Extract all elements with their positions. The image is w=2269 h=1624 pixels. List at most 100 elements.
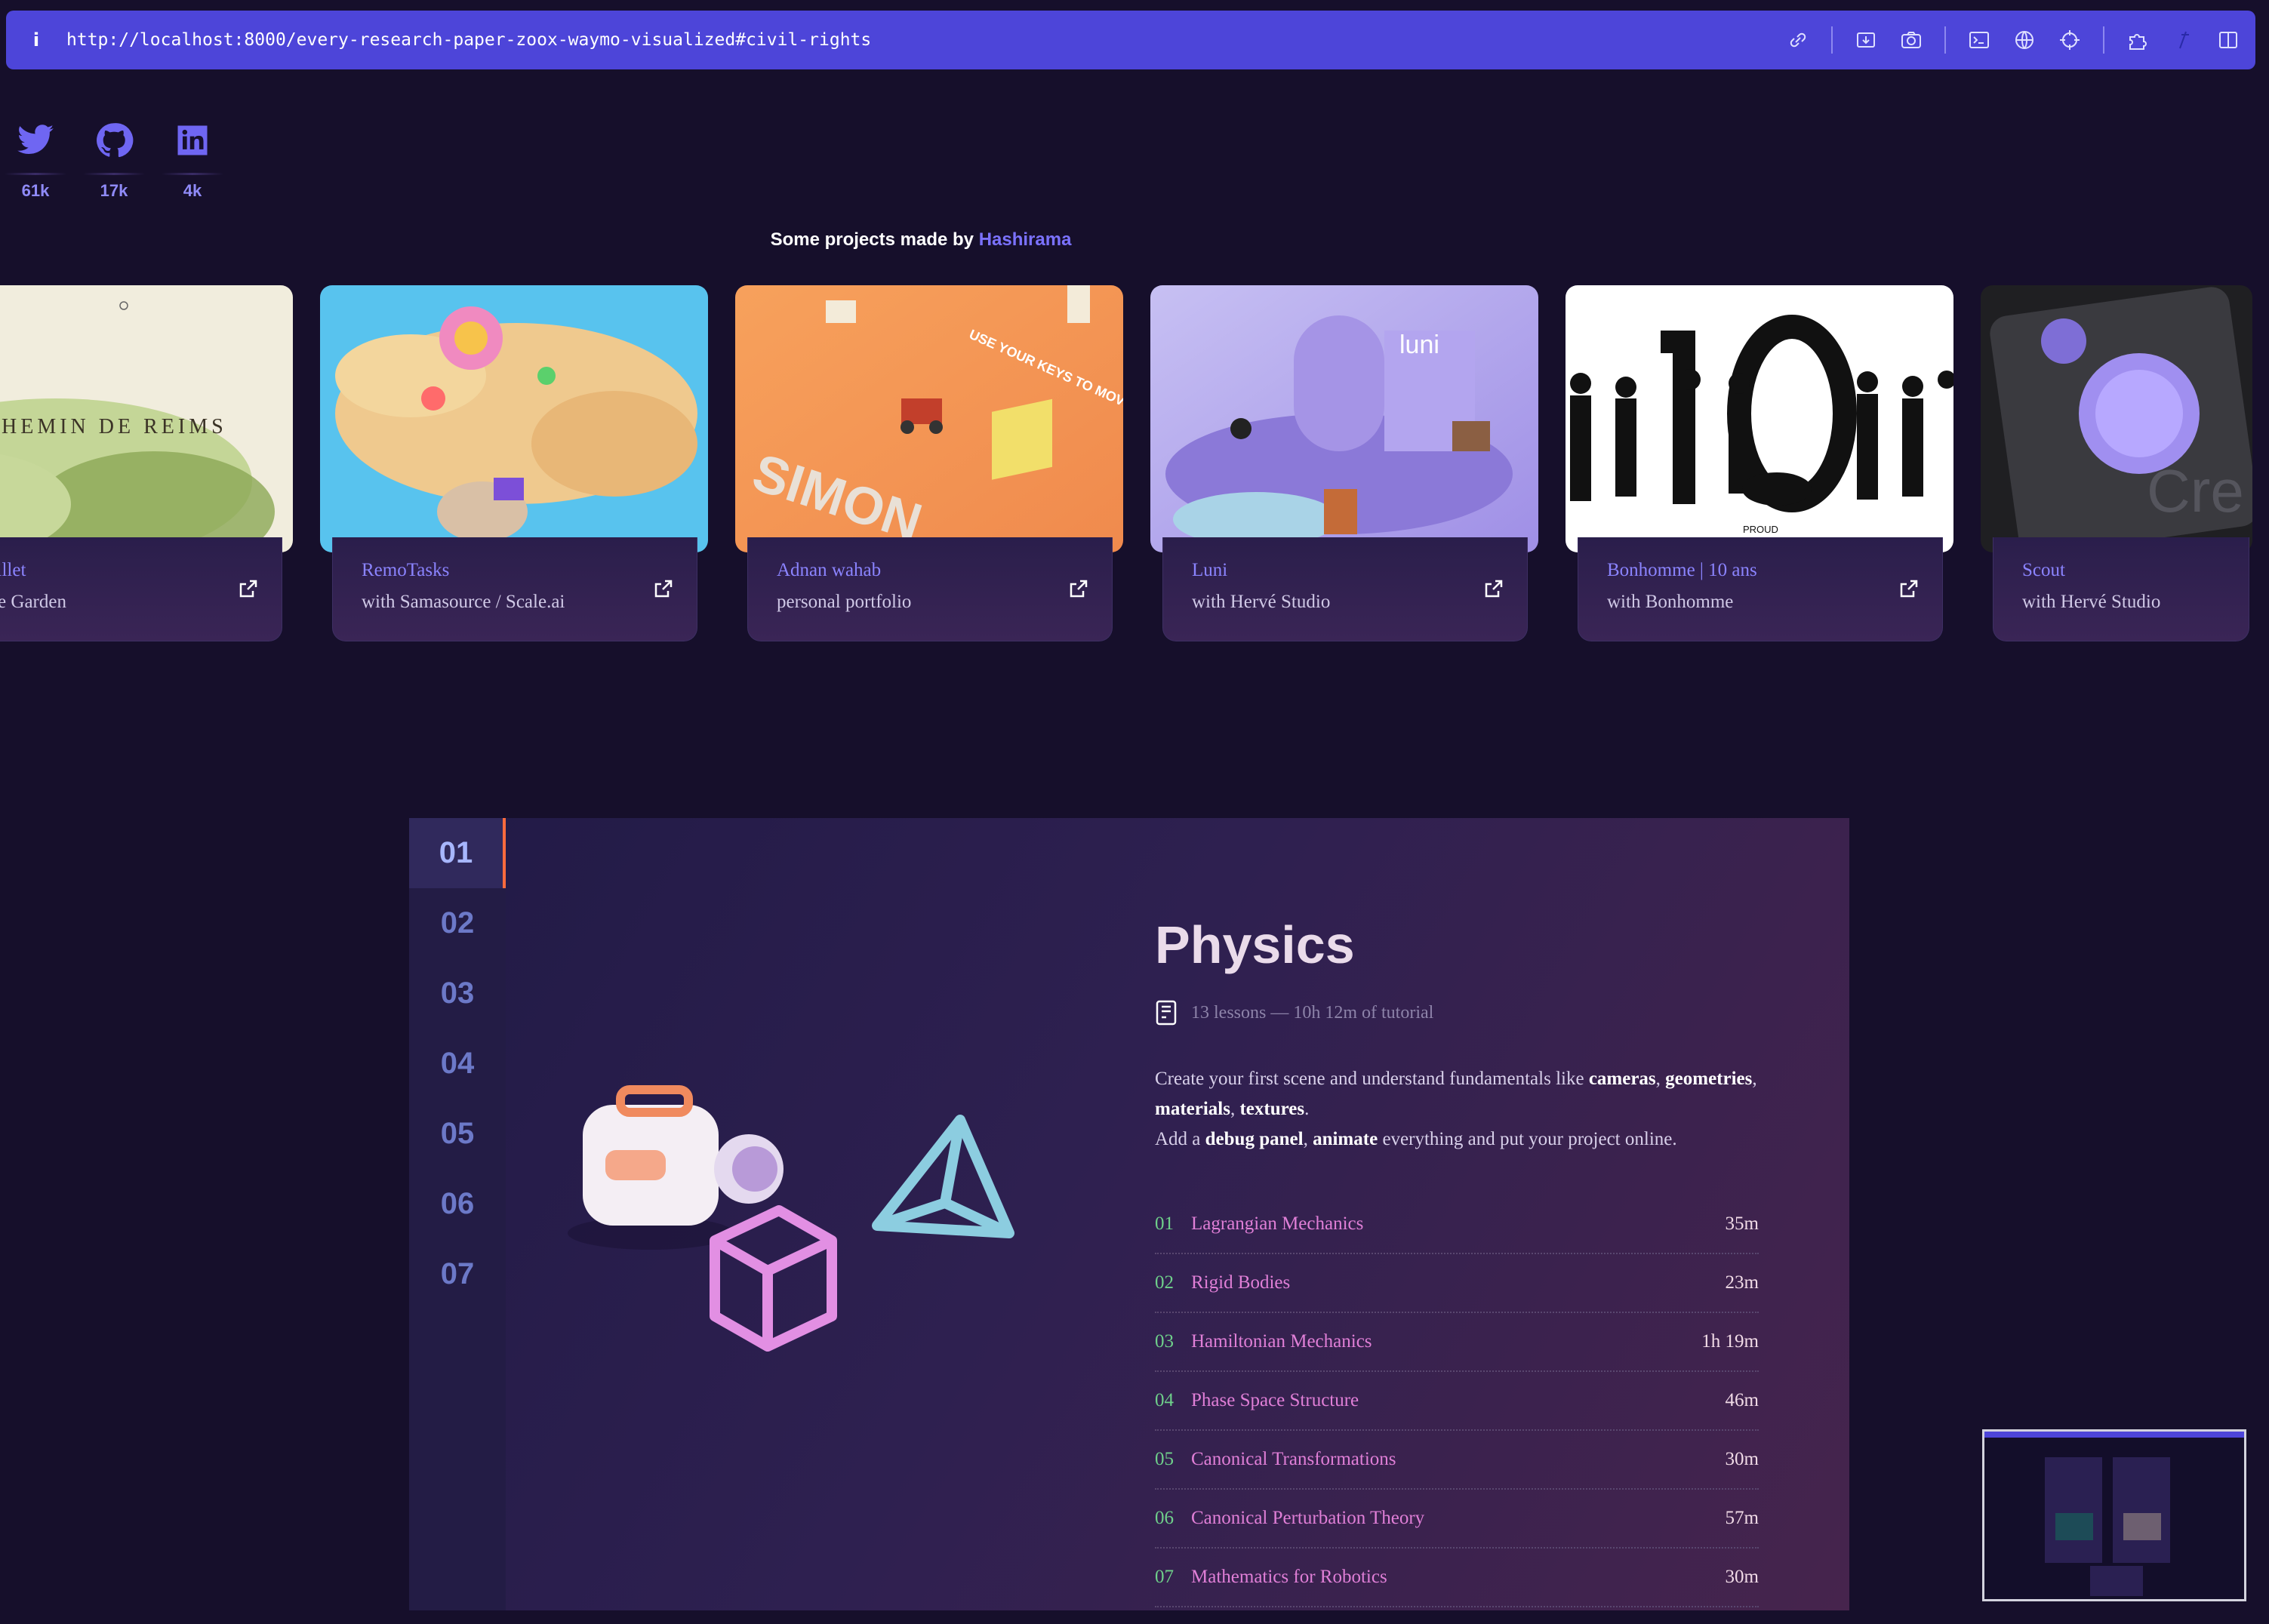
cube-illustration — [710, 1205, 837, 1352]
course-panel: 01 02 03 04 05 06 07 Physics 13 lessons … — [409, 818, 1849, 1610]
brand-link[interactable]: Hashirama — [979, 229, 1072, 250]
lesson-duration: 30m — [1725, 1449, 1759, 1469]
course-meta: 13 lessons — 10h 12m of tutorial — [1155, 999, 1433, 1026]
project-card[interactable]: luni Luni with Hervé Studio — [1150, 285, 1538, 660]
lesson-number: 05 — [1155, 1449, 1174, 1469]
twitter-count: 61k — [21, 181, 50, 200]
lesson-number: 01 — [1155, 1213, 1174, 1234]
course-description: Create your first scene and understand f… — [1155, 1069, 1757, 1149]
lesson-item[interactable]: 02 Rigid Bodies 23m — [1155, 1254, 1759, 1313]
project-thumbnail: luni — [1150, 285, 1538, 552]
lesson-number: 02 — [1155, 1272, 1174, 1293]
chapter-tab-03[interactable]: 03 — [409, 958, 506, 1029]
lesson-title: Mathematics for Robotics — [1191, 1567, 1387, 1587]
card-info: Luni with Hervé Studio — [1162, 537, 1528, 641]
project-card[interactable]: Cre Scout with Hervé Studio — [1981, 285, 2252, 660]
lesson-item[interactable]: 03 Hamiltonian Mechanics 1h 19m — [1155, 1313, 1759, 1372]
social-github[interactable]: 17k — [83, 121, 145, 201]
projects-heading-text: Some projects made by — [770, 229, 974, 250]
project-card[interactable]: SIMON USE YOUR KEYS TO MOVE AROUND Adnan… — [735, 285, 1123, 660]
lesson-item[interactable]: 05 Canonical Transformations 30m — [1155, 1431, 1759, 1490]
external-link-icon[interactable] — [653, 578, 674, 599]
lesson-item[interactable]: 04 Phase Space Structure 46m — [1155, 1372, 1759, 1431]
card-image-text: luni — [1399, 331, 1439, 359]
extension-icon[interactable] — [2171, 28, 2195, 52]
puzzle-icon[interactable] — [2126, 28, 2150, 52]
project-thumbnail: Cre — [1981, 285, 2252, 552]
lesson-duration: 46m — [1725, 1390, 1759, 1410]
project-card[interactable]: HEMIN DE REIMS gne Taillet mersive Garde… — [0, 285, 293, 660]
lesson-duration: 35m — [1725, 1213, 1759, 1234]
card-info: Bonhomme | 10 ans with Bonhomme — [1578, 537, 1943, 641]
card-subtitle: personal portfolio — [777, 592, 912, 612]
external-link-icon[interactable] — [1483, 578, 1504, 599]
github-icon — [97, 123, 134, 158]
card-title[interactable]: Adnan wahab — [777, 560, 1112, 581]
chapter-tab-07[interactable]: 07 — [409, 1239, 506, 1309]
crosshair-icon[interactable] — [2058, 28, 2082, 52]
card-subtitle: with Hervé Studio — [2022, 592, 2161, 612]
card-image-text: HEMIN DE REIMS — [2, 415, 227, 438]
external-link-icon[interactable] — [1898, 578, 1920, 599]
card-info: gne Taillet mersive Garden — [0, 537, 282, 641]
card-title[interactable]: RemoTasks — [362, 560, 697, 581]
lesson-number: 03 — [1155, 1331, 1174, 1352]
book-icon — [1156, 1000, 1177, 1026]
camera-icon[interactable] — [1899, 28, 1923, 52]
toolbar-divider — [1831, 26, 1833, 54]
url-text[interactable]: http://localhost:8000/every-research-pap… — [66, 30, 871, 50]
course-meta-text: 13 lessons — 10h 12m of tutorial — [1191, 1002, 1434, 1023]
lesson-number: 06 — [1155, 1508, 1174, 1528]
lesson-item[interactable]: 01 Lagrangian Mechanics 35m — [1155, 1195, 1759, 1254]
project-card[interactable]: RemoTasks with Samasource / Scale.ai — [320, 285, 708, 660]
lesson-title: Rigid Bodies — [1191, 1272, 1291, 1293]
project-thumbnail: HEMIN DE REIMS — [0, 285, 293, 552]
card-image-text: PROUD — [1743, 524, 1778, 535]
lesson-number: 07 — [1155, 1567, 1174, 1587]
terminal-icon[interactable] — [1967, 28, 1991, 52]
address-bar[interactable]: i http://localhost:8000/every-research-p… — [6, 11, 2255, 69]
chapter-tab-04[interactable]: 04 — [409, 1029, 506, 1099]
lesson-title: Canonical Perturbation Theory — [1191, 1508, 1425, 1528]
toolbar-divider — [1944, 26, 1946, 54]
external-link-icon[interactable] — [1068, 578, 1089, 599]
card-info: Adnan wahab personal portfolio — [747, 537, 1113, 641]
chapter-tab-05[interactable]: 05 — [409, 1099, 506, 1169]
page-minimap[interactable] — [1982, 1429, 2246, 1601]
pyramid-illustration — [872, 1115, 1014, 1238]
lesson-item[interactable]: 06 Canonical Perturbation Theory 57m — [1155, 1490, 1759, 1549]
lesson-title: Canonical Transformations — [1191, 1449, 1396, 1469]
linkedin-icon — [177, 125, 208, 155]
info-icon[interactable]: i — [6, 29, 66, 51]
card-title[interactable]: Scout — [2022, 560, 2249, 581]
chapter-tab-06[interactable]: 06 — [409, 1169, 506, 1239]
sidebar-icon[interactable] — [2216, 28, 2240, 52]
card-title[interactable]: Luni — [1192, 560, 1527, 581]
link-icon[interactable] — [1786, 28, 1810, 52]
social-underline — [162, 173, 223, 175]
minimap-bar — [1984, 1432, 2244, 1438]
twitter-icon — [17, 125, 54, 154]
card-title[interactable]: Bonhomme | 10 ans — [1607, 560, 1942, 581]
social-twitter[interactable]: 61k — [5, 121, 66, 201]
projects-heading: Some projects made by Hashirama — [0, 229, 1842, 251]
course-illustration — [568, 1085, 1014, 1352]
lesson-item[interactable]: 07 Mathematics for Robotics 30m — [1155, 1549, 1759, 1607]
project-thumbnail: SIMON USE YOUR KEYS TO MOVE AROUND — [735, 285, 1123, 552]
social-linkedin[interactable]: 4k — [162, 121, 223, 201]
chapter-tab-01[interactable]: 01 — [409, 818, 506, 888]
project-thumbnail — [320, 285, 708, 552]
external-link-icon[interactable] — [238, 578, 259, 599]
project-card[interactable]: PROUD Bonhomme | 10 ans with Bonhomme — [1566, 285, 1953, 660]
lesson-number: 04 — [1155, 1390, 1174, 1410]
card-subtitle: with Hervé Studio — [1192, 592, 1331, 612]
github-count: 17k — [100, 181, 128, 200]
chapter-nav: 01 02 03 04 05 06 07 — [409, 818, 506, 1610]
globe-icon[interactable] — [2012, 28, 2037, 52]
social-links: 61k 17k 4k — [5, 121, 223, 201]
lesson-list: 01 Lagrangian Mechanics 35m 02 Rigid Bodies… — [1155, 1195, 1759, 1607]
linkedin-count: 4k — [183, 181, 202, 200]
toolbar-divider — [2103, 26, 2104, 54]
chapter-tab-02[interactable]: 02 — [409, 888, 506, 958]
download-icon[interactable] — [1854, 28, 1878, 52]
